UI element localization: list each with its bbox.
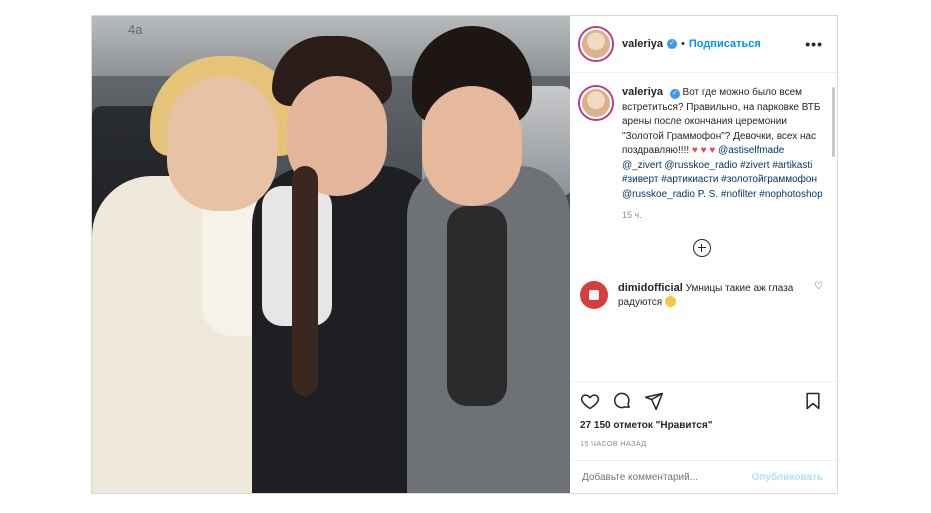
post-sidebar: valeriya ✓ • Подписаться ••• valeriya ✓ …: [570, 16, 837, 493]
action-icons: [580, 388, 823, 414]
parking-sign: 4а: [128, 22, 143, 37]
paper-plane-icon[interactable]: [644, 391, 664, 411]
caption-username[interactable]: valeriya: [622, 86, 663, 98]
comment-body: dimidofficial Умницы такие аж глаза раду…: [618, 281, 808, 310]
comment-icon[interactable]: [612, 391, 632, 411]
separator-dot: •: [680, 38, 685, 50]
more-options-icon[interactable]: •••: [805, 36, 823, 52]
woman-right-top: [447, 206, 507, 406]
red-hearts-emoji-icon: ♥ ♥ ♥: [691, 145, 716, 156]
comments-list[interactable]: valeriya ✓ Вот где можно было всем встре…: [570, 73, 837, 381]
woman-right-face: [422, 86, 522, 206]
post-photo[interactable]: 4а: [92, 16, 570, 493]
caption-time: 15 ч.: [622, 210, 642, 220]
author-avatar[interactable]: [580, 28, 612, 60]
comment-like-heart-icon[interactable]: ♡: [814, 281, 823, 310]
comments-scrollbar[interactable]: [832, 87, 835, 157]
verified-badge-icon: ✓: [666, 39, 677, 49]
comment-input[interactable]: [580, 470, 752, 484]
posted-time[interactable]: 15 часов назад: [580, 439, 823, 448]
likes-count[interactable]: 27 150 отметок "Нравится": [580, 420, 823, 431]
comment-item: dimidofficial Умницы такие аж глаза раду…: [580, 280, 823, 310]
follow-button[interactable]: Подписаться: [689, 38, 761, 50]
caption-body: valeriya ✓ Вот где можно было всем встре…: [622, 85, 823, 223]
commenter-avatar[interactable]: [580, 280, 608, 309]
author-username[interactable]: valeriya: [622, 38, 663, 50]
verified-badge-icon: ✓: [669, 89, 680, 99]
woman-left-face: [167, 76, 277, 211]
load-more-comments: [580, 238, 823, 257]
woman-center-braid: [292, 166, 318, 396]
publish-button[interactable]: Опубликовать: [752, 472, 823, 483]
caption-author-avatar[interactable]: [580, 87, 612, 119]
post-dialog: 4а valeriya ✓ • Подписаться ••• valeriya…: [91, 15, 838, 494]
add-comment-bar: Опубликовать: [570, 460, 837, 493]
post-caption: valeriya ✓ Вот где можно было всем встре…: [580, 85, 823, 223]
heart-icon[interactable]: [580, 391, 600, 411]
commenter-username[interactable]: dimidofficial: [618, 282, 683, 294]
bookmark-icon[interactable]: [803, 391, 823, 411]
smiling-face-emoji-icon: [664, 295, 676, 307]
plus-circle-icon[interactable]: [692, 238, 711, 257]
post-actions: 27 150 отметок "Нравится" 15 часов назад: [570, 381, 837, 448]
post-header: valeriya ✓ • Подписаться •••: [570, 16, 837, 73]
